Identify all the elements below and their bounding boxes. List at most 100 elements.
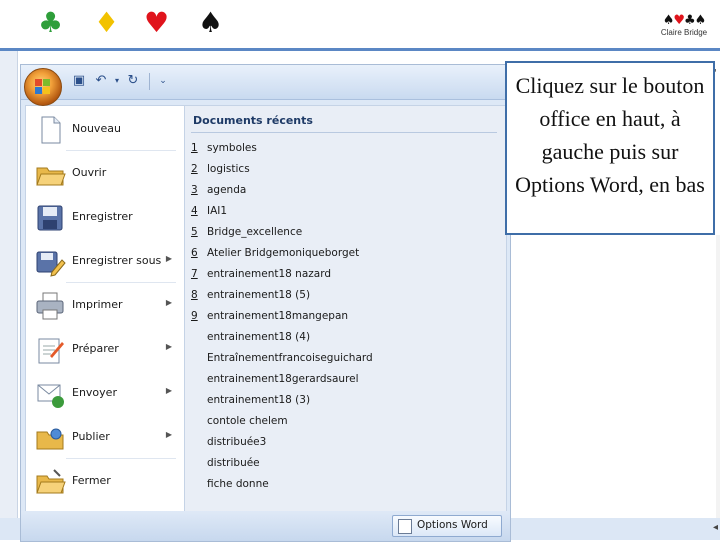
logo-suits-icon: ♠♥♣♠ bbox=[662, 13, 707, 28]
recent-document-item[interactable]: entrainement18gerardsaurel bbox=[191, 369, 491, 389]
menu-item-label: Nouveau bbox=[72, 122, 121, 135]
new-document-icon bbox=[34, 114, 66, 146]
recent-document-item[interactable]: contole chelem bbox=[191, 411, 491, 431]
submenu-arrow-icon: ▶ bbox=[165, 254, 172, 263]
options-word-label: Options Word bbox=[417, 519, 488, 531]
recent-document-number: 5 bbox=[191, 226, 198, 238]
recent-document-number: 9 bbox=[191, 310, 198, 322]
office-menu-commands: Nouveau Ouvrir Enregistrer Enregistrer sous… bbox=[25, 105, 185, 512]
recent-document-name: entrainement18 (4) bbox=[207, 331, 311, 343]
recent-document-name: Entraînementfrancoiseguichard bbox=[207, 352, 373, 364]
save-icon[interactable]: ▣ bbox=[71, 73, 87, 89]
recent-document-number: 6 bbox=[191, 247, 198, 259]
recent-document-name: entrainement18 (5) bbox=[207, 289, 311, 301]
menu-item-label: Ouvrir bbox=[72, 166, 107, 179]
recent-document-item[interactable]: distribuée3 bbox=[191, 432, 491, 452]
menu-item-fermer[interactable]: Fermer bbox=[32, 462, 178, 502]
save-as-icon bbox=[34, 246, 66, 278]
recent-document-number: 3 bbox=[191, 184, 198, 196]
recent-document-name: entrainement18mangepan bbox=[207, 310, 349, 322]
quick-access-toolbar: ▣ ↶ ▾ ↻ ⌄ bbox=[21, 65, 510, 100]
recent-document-item[interactable]: 9 entrainement18mangepan bbox=[191, 306, 491, 326]
instruction-callout: Cliquez sur le bouton office en haut, à … bbox=[505, 61, 715, 235]
office-button[interactable] bbox=[24, 68, 62, 106]
recent-document-number: 2 bbox=[191, 163, 198, 175]
heart-icon: ♥ bbox=[144, 6, 170, 39]
recent-document-item[interactable]: 4 IAI1 bbox=[191, 201, 491, 221]
menu-item-enregistrer[interactable]: Enregistrer bbox=[32, 198, 178, 238]
recent-document-name: IAI1 bbox=[207, 205, 228, 217]
options-icon bbox=[398, 519, 412, 534]
redo-icon[interactable]: ↻ bbox=[125, 73, 141, 89]
recent-document-number: 8 bbox=[191, 289, 198, 301]
diamond-icon: ♦ bbox=[94, 6, 120, 39]
menu-item-label: Fermer bbox=[72, 474, 111, 487]
menu-item-imprimer[interactable]: Imprimer ▶ bbox=[32, 286, 178, 326]
menu-separator bbox=[66, 282, 176, 283]
spade-icon: ♠ bbox=[198, 6, 224, 39]
recent-document-name: logistics bbox=[207, 163, 250, 175]
options-word-button[interactable]: Options Word bbox=[392, 515, 502, 537]
logo-text: Claire Bridge bbox=[660, 28, 708, 37]
recent-document-name: distribuée3 bbox=[207, 436, 267, 448]
recent-document-item[interactable]: fiche donne bbox=[191, 474, 491, 494]
word-office-menu-window: ▣ ↶ ▾ ↻ ⌄ Nouveau Ouvrir Enregistrer Enregi… bbox=[20, 64, 511, 542]
customize-toolbar-icon[interactable]: ⌄ bbox=[155, 73, 171, 89]
recent-document-number: 4 bbox=[191, 205, 198, 217]
recent-document-name: entrainement18gerardsaurel bbox=[207, 373, 359, 385]
menu-item-nouveau[interactable]: Nouveau bbox=[32, 110, 178, 150]
recent-document-name: fiche donne bbox=[207, 478, 269, 490]
submenu-arrow-icon: ▶ bbox=[165, 430, 172, 439]
claire-bridge-logo: ♠♥♣♠ Claire Bridge bbox=[654, 14, 714, 38]
right-margin-strip bbox=[716, 235, 720, 535]
recent-documents-panel: Documents récents 1 symboles 2 logistics 3 ag… bbox=[184, 105, 507, 512]
menu-item-label: Envoyer bbox=[72, 386, 117, 399]
recent-document-item[interactable]: entrainement18 (4) bbox=[191, 327, 491, 347]
recent-document-item[interactable]: distribuée bbox=[191, 453, 491, 473]
recent-document-name: entrainement18 (3) bbox=[207, 394, 311, 406]
menu-item-label: Publier bbox=[72, 430, 110, 443]
recent-document-item[interactable]: 2 logistics bbox=[191, 159, 491, 179]
recent-document-item[interactable]: Entraînementfrancoiseguichard bbox=[191, 348, 491, 368]
recent-document-name: entrainement18 nazard bbox=[207, 268, 332, 280]
recent-documents-divider bbox=[191, 132, 497, 133]
publish-icon bbox=[34, 422, 66, 454]
recent-document-item[interactable]: 3 agenda bbox=[191, 180, 491, 200]
toolbar-separator bbox=[149, 73, 150, 90]
recent-document-name: agenda bbox=[207, 184, 247, 196]
menu-item-ouvrir[interactable]: Ouvrir bbox=[32, 154, 178, 194]
menu-item-label: Enregistrer bbox=[72, 210, 133, 223]
submenu-arrow-icon: ▶ bbox=[165, 386, 172, 395]
recent-document-item[interactable]: 5 Bridge_excellence bbox=[191, 222, 491, 242]
save-disk-icon bbox=[34, 202, 66, 234]
office-logo-icon bbox=[35, 79, 51, 95]
slide-header: ♣ ♦ ♥ ♠ ♠♥♣♠ Claire Bridge bbox=[0, 0, 720, 50]
menu-separator bbox=[66, 458, 176, 459]
corner-mark: ' bbox=[714, 68, 717, 79]
recent-document-item[interactable]: 1 symboles bbox=[191, 138, 491, 158]
menu-item-publier[interactable]: Publier ▶ bbox=[32, 418, 178, 458]
recent-document-name: Atelier Bridgemoniqueborget bbox=[207, 247, 360, 259]
undo-icon[interactable]: ↶ bbox=[93, 73, 109, 89]
menu-item-label: Préparer bbox=[72, 342, 119, 355]
club-icon: ♣ bbox=[38, 6, 64, 39]
recent-documents-title: Documents récents bbox=[193, 114, 313, 127]
undo-dropdown-icon[interactable]: ▾ bbox=[109, 73, 125, 89]
recent-document-item[interactable]: 6 Atelier Bridgemoniqueborget bbox=[191, 243, 491, 263]
recent-document-name: symboles bbox=[207, 142, 257, 154]
menu-separator bbox=[66, 150, 176, 151]
menu-item-enregistrer-sous[interactable]: Enregistrer sous ▶ bbox=[32, 242, 178, 282]
recent-document-item[interactable]: 7 entrainement18 nazard bbox=[191, 264, 491, 284]
menu-item-préparer[interactable]: Préparer ▶ bbox=[32, 330, 178, 370]
menu-item-envoyer[interactable]: Envoyer ▶ bbox=[32, 374, 178, 414]
header-divider bbox=[0, 48, 720, 51]
recent-document-number: 1 bbox=[191, 142, 198, 154]
menu-item-label: Imprimer bbox=[72, 298, 123, 311]
left-margin-bar bbox=[0, 51, 18, 540]
submenu-arrow-icon: ▶ bbox=[165, 342, 172, 351]
recent-document-item[interactable]: entrainement18 (3) bbox=[191, 390, 491, 410]
recent-document-item[interactable]: 8 entrainement18 (5) bbox=[191, 285, 491, 305]
edge-mark: ◂ bbox=[712, 522, 718, 533]
recent-document-name: Bridge_excellence bbox=[207, 226, 303, 238]
submenu-arrow-icon: ▶ bbox=[165, 298, 172, 307]
